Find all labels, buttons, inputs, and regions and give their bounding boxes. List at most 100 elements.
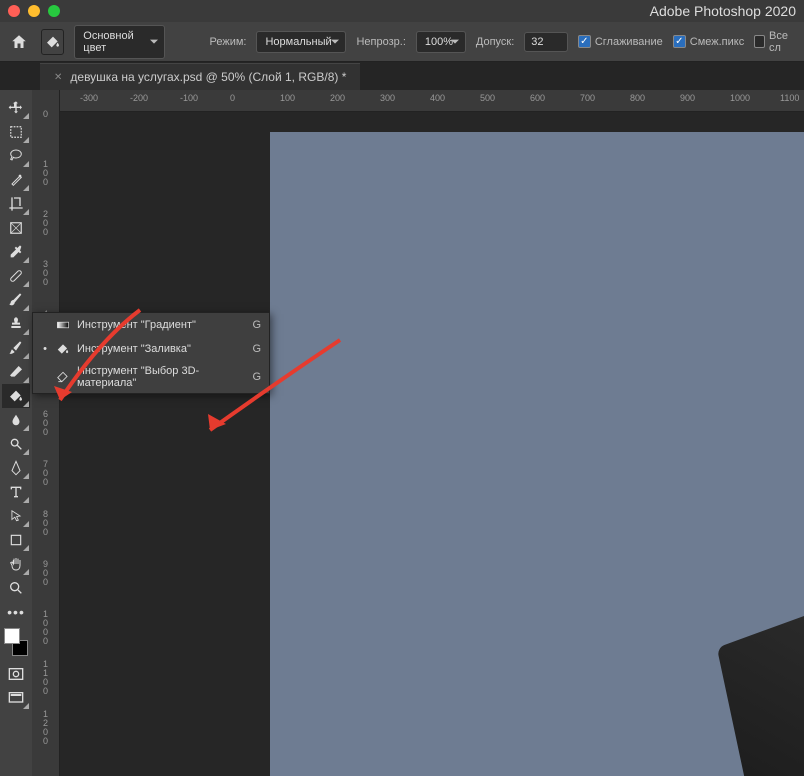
blend-mode-value: Нормальный xyxy=(265,36,331,48)
hand-tool[interactable] xyxy=(2,552,30,576)
edit-toolbar-button[interactable]: ••• xyxy=(2,600,30,624)
flyout-item-shortcut: G xyxy=(252,371,261,383)
hand-icon xyxy=(8,556,24,572)
dodge-icon xyxy=(8,436,24,452)
droplet-icon xyxy=(9,412,23,428)
ruler-tick: 7 0 0 xyxy=(32,460,59,487)
fill-source-dropdown[interactable]: Основной цвет xyxy=(74,25,165,59)
workspace: ••• 01 0 02 0 03 0 04 0 05 0 06 0 07 0 0… xyxy=(0,90,804,776)
home-icon xyxy=(10,33,28,51)
eraser-tool[interactable] xyxy=(2,360,30,384)
eraser-icon xyxy=(8,364,24,380)
ruler-tick: 500 xyxy=(480,93,495,103)
frame-tool[interactable] xyxy=(2,216,30,240)
paint-bucket-icon xyxy=(45,34,61,50)
move-icon xyxy=(8,100,24,116)
clone-stamp-tool[interactable] xyxy=(2,312,30,336)
contiguous-label: Смеж.пикс xyxy=(690,36,744,48)
ruler-tick: 3 0 0 xyxy=(32,260,59,287)
material-icon xyxy=(55,369,71,385)
history-brush-tool[interactable] xyxy=(2,336,30,360)
pen-tool[interactable] xyxy=(2,456,30,480)
history-brush-icon xyxy=(8,340,24,356)
check-icon: ✓ xyxy=(673,35,686,48)
all-layers-checkbox[interactable]: Все сл xyxy=(754,30,796,54)
bucket-icon xyxy=(55,341,71,357)
paint-bucket-icon xyxy=(8,388,24,404)
ruler-tick: 800 xyxy=(630,93,645,103)
ruler-tick: 600 xyxy=(530,93,545,103)
move-tool[interactable] xyxy=(2,96,30,120)
tolerance-input[interactable]: 32 xyxy=(524,32,568,52)
dodge-tool[interactable] xyxy=(2,432,30,456)
flyout-item[interactable]: Инструмент "Выбор 3D-материала" G xyxy=(33,361,269,393)
ruler-tick: 8 0 0 xyxy=(32,510,59,537)
flyout-item[interactable]: • Инструмент "Заливка" G xyxy=(33,337,269,361)
document-canvas[interactable] xyxy=(270,132,804,776)
arrow-cursor-icon xyxy=(9,508,23,524)
opacity-label: Непрозр.: xyxy=(356,36,405,48)
gradient-bucket-tool[interactable] xyxy=(2,384,30,408)
canvas-area[interactable] xyxy=(60,112,804,776)
ruler-tick: 700 xyxy=(580,93,595,103)
close-tab-icon[interactable]: ✕ xyxy=(54,72,62,83)
current-tool-indicator[interactable] xyxy=(41,29,64,55)
ruler-tick: 1 0 0 xyxy=(32,160,59,187)
healing-brush-tool[interactable] xyxy=(2,264,30,288)
type-tool[interactable] xyxy=(2,480,30,504)
horizontal-ruler: -300-200-1000100200300400500600700800900… xyxy=(60,90,804,112)
gradient-icon xyxy=(55,317,71,333)
color-swatches[interactable] xyxy=(2,628,30,656)
close-window-button[interactable] xyxy=(8,5,20,17)
ruler-tick: -100 xyxy=(180,93,198,103)
screen-mode-button[interactable] xyxy=(2,686,30,710)
bandage-icon xyxy=(8,268,24,284)
maximize-window-button[interactable] xyxy=(48,5,60,17)
contiguous-checkbox[interactable]: ✓ Смеж.пикс xyxy=(673,35,744,48)
blur-tool[interactable] xyxy=(2,408,30,432)
quick-selection-tool[interactable] xyxy=(2,168,30,192)
all-layers-label: Все сл xyxy=(769,30,796,54)
marquee-tool[interactable] xyxy=(2,120,30,144)
ruler-tick: -200 xyxy=(130,93,148,103)
eyedropper-tool[interactable] xyxy=(2,240,30,264)
pen-icon xyxy=(8,460,24,476)
document-tab[interactable]: ✕ девушка на услугах.psd @ 50% (Слой 1, … xyxy=(40,63,360,90)
app-title: Adobe Photoshop 2020 xyxy=(650,3,796,19)
ruler-tick: 1 0 0 0 xyxy=(32,610,59,646)
flyout-item-shortcut: G xyxy=(252,319,261,331)
vertical-ruler: 01 0 02 0 03 0 04 0 05 0 06 0 07 0 08 0 … xyxy=(32,90,60,776)
lasso-tool[interactable] xyxy=(2,144,30,168)
check-icon: ✓ xyxy=(578,35,591,48)
stamp-icon xyxy=(8,316,24,332)
flyout-item-shortcut: G xyxy=(252,343,261,355)
opacity-value: 100% xyxy=(425,36,453,48)
antialias-label: Сглаживание xyxy=(595,36,663,48)
path-selection-tool[interactable] xyxy=(2,504,30,528)
blend-mode-dropdown[interactable]: Нормальный xyxy=(256,31,346,53)
tolerance-label: Допуск: xyxy=(476,36,514,48)
quick-mask-icon xyxy=(8,667,24,681)
zoom-tool[interactable] xyxy=(2,576,30,600)
opacity-input[interactable]: 100% xyxy=(416,31,466,53)
quick-mask-button[interactable] xyxy=(2,662,30,686)
brush-tool[interactable] xyxy=(2,288,30,312)
options-bar: Основной цвет Режим: Нормальный Непрозр.… xyxy=(0,22,804,62)
ruler-tick: 1 1 0 0 xyxy=(32,660,59,696)
minimize-window-button[interactable] xyxy=(28,5,40,17)
crop-tool[interactable] xyxy=(2,192,30,216)
rectangle-tool[interactable] xyxy=(2,528,30,552)
home-button[interactable] xyxy=(8,28,31,56)
foreground-color-swatch[interactable] xyxy=(4,628,20,644)
flyout-item[interactable]: Инструмент "Градиент" G xyxy=(33,313,269,337)
antialias-checkbox[interactable]: ✓ Сглаживание xyxy=(578,35,663,48)
ruler-tick: 1000 xyxy=(730,93,750,103)
rectangle-icon xyxy=(9,533,23,547)
ruler-tick: 900 xyxy=(680,93,695,103)
canvas-container: -300-200-1000100200300400500600700800900… xyxy=(60,90,804,776)
screen-mode-icon xyxy=(8,691,24,705)
ruler-tick: 1 2 0 0 xyxy=(32,710,59,746)
tool-flyout-menu: Инструмент "Градиент" G• Инструмент "Зал… xyxy=(32,312,270,394)
ruler-tick: 0 xyxy=(32,110,59,119)
type-icon xyxy=(8,484,24,500)
